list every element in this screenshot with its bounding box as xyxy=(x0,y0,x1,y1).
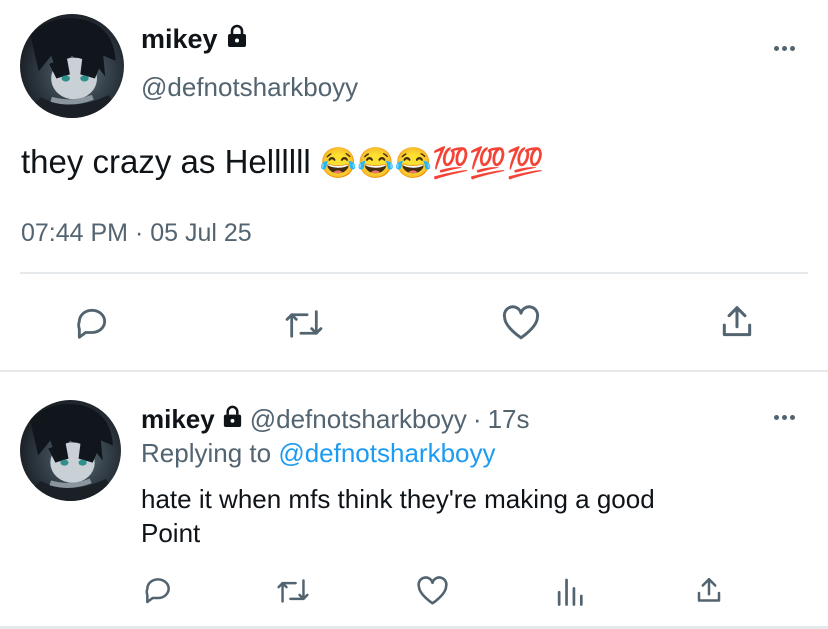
replying-prefix: Replying to xyxy=(141,438,272,468)
reply-icon[interactable] xyxy=(142,574,174,606)
reply-age[interactable]: 17s xyxy=(488,404,530,435)
more-icon[interactable] xyxy=(774,415,795,420)
author-handle[interactable]: @defnotsharkboyy xyxy=(141,72,358,103)
views-icon[interactable] xyxy=(554,575,584,607)
reply-handle[interactable]: @defnotsharkboyy xyxy=(250,404,467,435)
more-icon[interactable] xyxy=(774,46,795,51)
reply-display-name[interactable]: mikey xyxy=(141,404,215,435)
retweet-icon[interactable] xyxy=(284,305,324,343)
lock-icon xyxy=(225,24,249,55)
divider xyxy=(0,370,828,372)
reply-separator: · xyxy=(472,404,482,434)
divider xyxy=(20,272,808,274)
reply-header: mikey @defnotsharkboyy · 17s xyxy=(141,404,530,435)
tweet-emojis: 😂😂😂💯💯💯 xyxy=(319,147,545,180)
retweet-icon[interactable] xyxy=(276,575,310,607)
share-icon[interactable] xyxy=(694,574,724,607)
author-display-name[interactable]: mikey xyxy=(141,24,218,55)
like-icon[interactable] xyxy=(416,576,449,606)
lock-icon xyxy=(221,404,244,435)
avatar[interactable] xyxy=(20,14,124,118)
like-icon[interactable] xyxy=(501,305,541,341)
tweet-body: they crazy as Hellllll xyxy=(21,143,311,180)
reply-text-line2: Point xyxy=(141,518,201,548)
share-icon[interactable] xyxy=(718,302,756,342)
reply-avatar[interactable] xyxy=(20,400,121,501)
author-name[interactable]: mikey xyxy=(141,24,249,55)
replying-to: Replying to @defnotsharkboyy xyxy=(141,438,496,469)
tweet-text: they crazy as Hellllll 😂😂😂💯💯💯 xyxy=(21,143,544,181)
reply-icon[interactable] xyxy=(73,304,111,342)
tweet-timestamp[interactable]: 07:44 PM · 05 Jul 25 xyxy=(21,219,252,248)
replying-handle-link[interactable]: @defnotsharkboyy xyxy=(278,438,495,468)
reply-text-line1: hate it when mfs think they're making a … xyxy=(141,484,655,514)
